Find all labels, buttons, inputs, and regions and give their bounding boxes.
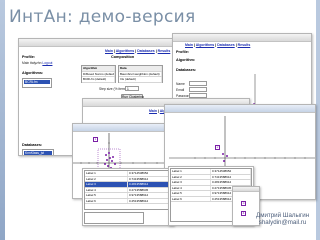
window-results-table: Label 1 0.3714538952 Label 2 0.7413588912 … [82, 168, 174, 226]
slide-accent-bar-right [316, 0, 320, 240]
algo-header: Algorithm [82, 66, 115, 71]
window-titlebar [165, 105, 315, 113]
table-cell[interactable]: 0.3714538952 [128, 171, 171, 176]
window-titlebar [233, 187, 259, 192]
profile-label: Profile: [176, 50, 190, 54]
databases-label: Databases: [176, 68, 197, 72]
results-table: Label 1 0.3714538952 Label 2 0.7413588912 … [84, 170, 172, 210]
list-item[interactable]: Label 6 [171, 196, 211, 201]
table-cell[interactable]: Label 2 [85, 176, 128, 181]
results-textarea[interactable] [84, 212, 144, 224]
list-item[interactable]: 0.2813588912 [211, 180, 251, 185]
marker-badge-1: 1 [93, 137, 98, 142]
marker-badge-2: 2 [215, 145, 220, 150]
algorithm-label: Algorithm: [176, 58, 196, 62]
algorithm-item[interactable]: BCRLfm [24, 80, 50, 84]
slide-accent-bar-left [0, 0, 5, 240]
table-cell[interactable]: 0.2713588945 [128, 187, 171, 192]
window-titlebar [73, 124, 175, 132]
nav-results-link[interactable]: Results [238, 43, 251, 47]
list-item[interactable]: Label 2 [171, 174, 211, 179]
slide-title: ИнтАн: демо-версия [9, 7, 196, 27]
field-label: Email [176, 88, 185, 92]
data-row[interactable]: Baumbruil weighbkm (default) [119, 71, 162, 76]
author-name: Дмитрий Шалыгин [256, 212, 310, 219]
email-field[interactable] [189, 87, 207, 92]
table-cell[interactable]: Label 5 [85, 193, 128, 198]
step-size-label: Step size (% items) [99, 87, 128, 91]
nav-main-link[interactable]: Main [105, 49, 113, 53]
nav-databases-link[interactable]: Databases [137, 49, 155, 53]
list-item[interactable]: Label 5 [171, 191, 211, 196]
nav-results-link[interactable]: Results [158, 49, 171, 53]
nav-algorithms-link[interactable]: Algorithms [116, 49, 134, 53]
table-cell[interactable]: 0.7413588912 [128, 176, 171, 181]
table-cell[interactable]: Label 3 [85, 182, 128, 187]
nav-algorithms-link[interactable]: Algorithms [196, 43, 214, 47]
table-cell[interactable]: 0.9713588912 [128, 193, 171, 198]
table-cell[interactable]: 0.2813588912 [128, 182, 171, 187]
algorithm-table: Algorithm Diffused Norms (default) BCRLf… [81, 65, 116, 83]
window-titlebar [19, 39, 175, 47]
main-nav: Main | Algorithms | Databases | Results [185, 43, 251, 47]
list-item[interactable]: Label 4 [171, 185, 211, 190]
composition-label: Composition [111, 55, 135, 59]
nav-main-link[interactable]: Main [149, 109, 157, 113]
databases-list[interactable]: KnnKlass_jst [22, 149, 54, 155]
field-label: Name [176, 82, 185, 86]
marker-badge-4: 4 [241, 211, 246, 216]
algo-row[interactable]: Diffused Norms (default) [82, 71, 115, 76]
list-item[interactable]: 0.7413588912 [211, 174, 251, 179]
main-nav: Main | Algorithms | Databases | Results [105, 49, 171, 53]
step-size-input[interactable]: 1 [125, 86, 139, 91]
author-block: Дмитрий Шалыгин shalydin@mail.ru [256, 212, 309, 226]
data-row[interactable]: Iris (default) [119, 77, 162, 82]
nav-main-link[interactable]: Main [185, 43, 193, 47]
list-item[interactable]: Label 3 [171, 180, 211, 185]
table-cell[interactable]: Label 4 [85, 187, 128, 192]
window-titlebar [173, 34, 311, 42]
algorithms-label: Algorithms: [22, 71, 44, 75]
profile-text: Main ttalyzhn Logout [22, 61, 53, 65]
table-cell[interactable]: 0.2513588912 [128, 198, 171, 203]
data-header: Data [119, 66, 162, 71]
algo-row[interactable]: BCRLfm (default) [82, 77, 115, 82]
marker-badge-3: 3 [241, 201, 246, 206]
data-table: Data Baumbruil weighbkm (default) Iris (… [118, 65, 163, 83]
list-item[interactable]: 0.3714538952 [211, 169, 251, 174]
profile-label: Profile: [22, 55, 36, 59]
nav-databases-link[interactable]: Databases [217, 43, 235, 47]
table-cell[interactable]: Label 1 [85, 171, 128, 176]
author-email: shalydin@mail.ru [258, 219, 307, 226]
algorithm-list[interactable]: BCRLfm [22, 78, 52, 88]
table-cell[interactable]: Label 6 [85, 198, 128, 203]
logout-link[interactable]: Logout [42, 61, 52, 65]
name-field[interactable] [189, 81, 207, 86]
databases-label: Databases: [22, 143, 43, 147]
db-item[interactable]: KnnKlass_jst [24, 151, 52, 155]
list-item[interactable]: Label 1 [171, 169, 211, 174]
